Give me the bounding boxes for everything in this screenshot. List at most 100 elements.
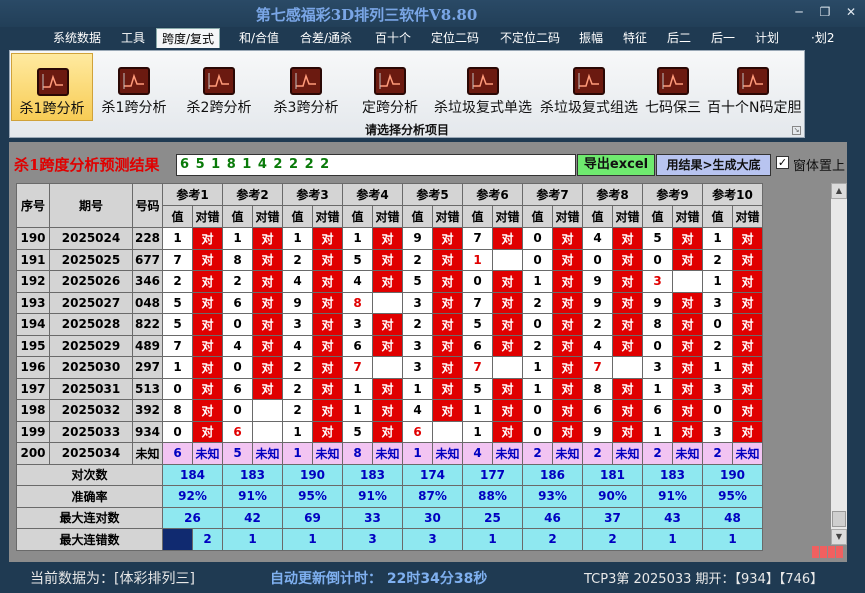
menu-item-13[interactable]: ·划2 bbox=[811, 28, 834, 48]
ribbon-button-5[interactable]: 杀垃圾复式单选 bbox=[430, 53, 536, 121]
menu-item-3[interactable]: 和/合值 bbox=[239, 28, 279, 48]
minimize-icon[interactable]: ─ bbox=[788, 4, 810, 20]
menu-item-9[interactable]: 特征 bbox=[623, 28, 647, 48]
col-subheader-check: 对错 bbox=[672, 205, 703, 228]
ref-value-cell: 3 bbox=[702, 377, 733, 400]
ribbon-button-3[interactable]: 杀3跨分析 bbox=[265, 53, 347, 121]
menu-item-5[interactable]: 百十个 bbox=[375, 28, 411, 48]
ribbon-button-1[interactable]: 杀1跨分析 bbox=[93, 53, 175, 121]
col-subheader-check: 对错 bbox=[612, 205, 643, 228]
stats-value-cell: 2 bbox=[582, 528, 643, 551]
menu-item-4[interactable]: 合差/通杀 bbox=[300, 28, 352, 48]
table-row[interactable]: 199 2025033 934 0 对 6 1 对 5 对 6 1 对 0 对 9 对 1 对 3 对 bbox=[16, 420, 763, 443]
ref-value-cell: 1 bbox=[282, 442, 313, 465]
ref-check-cell: 对 bbox=[552, 334, 583, 357]
table-row[interactable]: 196 2025030 297 1 对 0 对 2 对 7 3 对 7 1 对 7 3 对 1 对 bbox=[16, 356, 763, 379]
ref-check-cell: 对 bbox=[252, 377, 283, 400]
stats-value-cell: 88% bbox=[462, 485, 523, 508]
menu-item-10[interactable]: 后二 bbox=[667, 28, 691, 48]
ref-check-cell: 对 bbox=[312, 291, 343, 314]
scroll-thumb[interactable] bbox=[832, 511, 846, 527]
ref-check-cell bbox=[492, 356, 523, 379]
restore-icon[interactable]: ❐ bbox=[814, 4, 836, 20]
row-number-cell: 934 bbox=[132, 420, 163, 443]
ribbon-button-8[interactable]: 百十个N码定胆 bbox=[707, 53, 801, 121]
ref-value-cell: 1 bbox=[522, 377, 553, 400]
table-row[interactable]: 190 2025024 228 1 对 1 对 1 对 1 对 9 对 7 对 0 对 4 对 5 对 1 对 bbox=[16, 227, 763, 250]
result-output-field[interactable]: 6 5 1 8 1 4 2 2 2 2 bbox=[176, 154, 576, 176]
table-row[interactable]: 193 2025027 048 5 对 6 对 9 对 8 3 对 7 对 2 对 9 对 9 对 3 对 bbox=[16, 291, 763, 314]
ref-value-cell: 7 bbox=[462, 291, 493, 314]
ref-value-cell: 9 bbox=[582, 270, 613, 293]
menu-item-12[interactable]: 计划 bbox=[755, 28, 779, 48]
ref-value-cell: 1 bbox=[642, 420, 673, 443]
menu-item-7[interactable]: 不定位二码 bbox=[500, 28, 560, 48]
ref-value-cell: 4 bbox=[582, 334, 613, 357]
ref-value-cell: 5 bbox=[162, 291, 193, 314]
ribbon-button-6[interactable]: 杀垃圾复式组选 bbox=[538, 53, 640, 121]
close-icon[interactable]: ✕ bbox=[840, 4, 862, 20]
resize-grip[interactable] bbox=[812, 546, 848, 560]
table-row[interactable]: 191 2025025 677 7 对 8 对 2 对 5 对 2 对 1 0 对 0 对 0 对 2 对 bbox=[16, 248, 763, 271]
ref-value-cell: 2 bbox=[282, 377, 313, 400]
ref-value-cell: 4 bbox=[282, 270, 313, 293]
ref-value-cell: 5 bbox=[342, 248, 373, 271]
ref-value-cell: 2 bbox=[402, 248, 433, 271]
app-title: 第七感福彩3D排列三软件V8.80 bbox=[255, 6, 478, 24]
ref-check-cell bbox=[372, 291, 403, 314]
scroll-up-icon[interactable]: ▲ bbox=[831, 183, 847, 199]
ribbon-button-2[interactable]: 杀2跨分析 bbox=[178, 53, 260, 121]
menu-item-8[interactable]: 振幅 bbox=[579, 28, 603, 48]
ref-check-cell: 对 bbox=[192, 248, 223, 271]
table-row[interactable]: 194 2025028 822 5 对 0 对 3 对 3 对 2 对 5 对 0 对 2 对 8 对 0 对 bbox=[16, 313, 763, 336]
menu-item-1[interactable]: 工具 bbox=[121, 28, 145, 48]
vertical-scrollbar[interactable]: ▲ ▼ bbox=[831, 183, 847, 545]
ref-check-cell: 对 bbox=[252, 248, 283, 271]
ref-check-cell: 对 bbox=[432, 313, 463, 336]
chart-icon bbox=[290, 67, 322, 95]
col-subheader-value: 值 bbox=[282, 205, 313, 228]
ribbon-expand-icon[interactable]: ↘ bbox=[792, 126, 801, 135]
col-subheader-check: 对错 bbox=[432, 205, 463, 228]
generate-base-button[interactable]: 用结果>生成大底 bbox=[656, 154, 771, 176]
ref-value-cell: 3 bbox=[642, 356, 673, 379]
menu-bar: 系统数据 工具 跨度/复式 和/合值 合差/通杀 百十个 定位二码 不定位二码 振幅 特征 后二 后一… bbox=[0, 27, 865, 49]
ref-value-cell: 9 bbox=[642, 291, 673, 314]
ref-check-cell: 对 bbox=[732, 227, 763, 250]
ref-check-cell: 对 bbox=[732, 248, 763, 271]
ref-value-cell: 7 bbox=[342, 356, 373, 379]
ref-check-cell: 未知 bbox=[732, 442, 763, 465]
row-seq-cell: 192 bbox=[16, 270, 50, 293]
ribbon-button-7[interactable]: 七码保三 bbox=[640, 53, 706, 121]
always-on-top-checkbox[interactable]: ✓ bbox=[776, 156, 789, 169]
ribbon-button-4[interactable]: 定跨分析 bbox=[352, 53, 428, 121]
menu-item-11[interactable]: 后一 bbox=[711, 28, 735, 48]
stats-value-cell: 186 bbox=[522, 463, 583, 486]
menu-item-2[interactable]: 跨度/复式 bbox=[156, 28, 221, 48]
ref-check-cell: 对 bbox=[192, 227, 223, 250]
table-row[interactable]: 198 2025032 392 8 对 0 2 对 1 对 4 对 1 对 0 对 6 对 6 对 0 对 bbox=[16, 399, 763, 422]
ref-value-cell: 4 bbox=[462, 442, 493, 465]
table-row[interactable]: 192 2025026 346 2 对 2 对 4 对 4 对 5 对 0 对 1 对 9 对 3 1 对 bbox=[16, 270, 763, 293]
col-header-ref: 参考5 bbox=[402, 183, 463, 206]
ref-value-cell: 0 bbox=[642, 248, 673, 271]
stats-value-cell: 174 bbox=[402, 463, 463, 486]
table-row[interactable]: 195 2025029 489 7 对 4 对 4 对 6 对 3 对 6 对 2 对 4 对 0 对 2 对 bbox=[16, 334, 763, 357]
ref-value-cell: 6 bbox=[342, 334, 373, 357]
table-row[interactable]: 197 2025031 513 0 对 6 对 2 对 1 对 1 对 5 对 1 对 8 对 1 对 3 对 bbox=[16, 377, 763, 400]
stats-value-cell: 43 bbox=[642, 506, 703, 529]
ref-check-cell: 对 bbox=[672, 420, 703, 443]
menu-item-6[interactable]: 定位二码 bbox=[431, 28, 479, 48]
ref-check-cell: 对 bbox=[432, 377, 463, 400]
export-excel-button[interactable]: 导出excel bbox=[577, 154, 655, 176]
ref-check-cell: 对 bbox=[372, 313, 403, 336]
table-row-forecast[interactable]: 200 2025034 未知 6 未知 5 未知 1 未知 8 未知 1 未知 4 未知 2 未知 2 未知 2 未知 2… bbox=[16, 442, 763, 465]
row-number-cell: 346 bbox=[132, 270, 163, 293]
ref-value-cell: 3 bbox=[342, 313, 373, 336]
scroll-down-icon[interactable]: ▼ bbox=[831, 529, 847, 545]
always-on-top-label: 窗体置上 bbox=[793, 159, 846, 174]
row-number-cell: 513 bbox=[132, 377, 163, 400]
ref-check-cell: 未知 bbox=[312, 442, 343, 465]
menu-item-0[interactable]: 系统数据 bbox=[53, 28, 101, 48]
ribbon-button-0[interactable]: 杀1跨分析 bbox=[11, 53, 93, 121]
